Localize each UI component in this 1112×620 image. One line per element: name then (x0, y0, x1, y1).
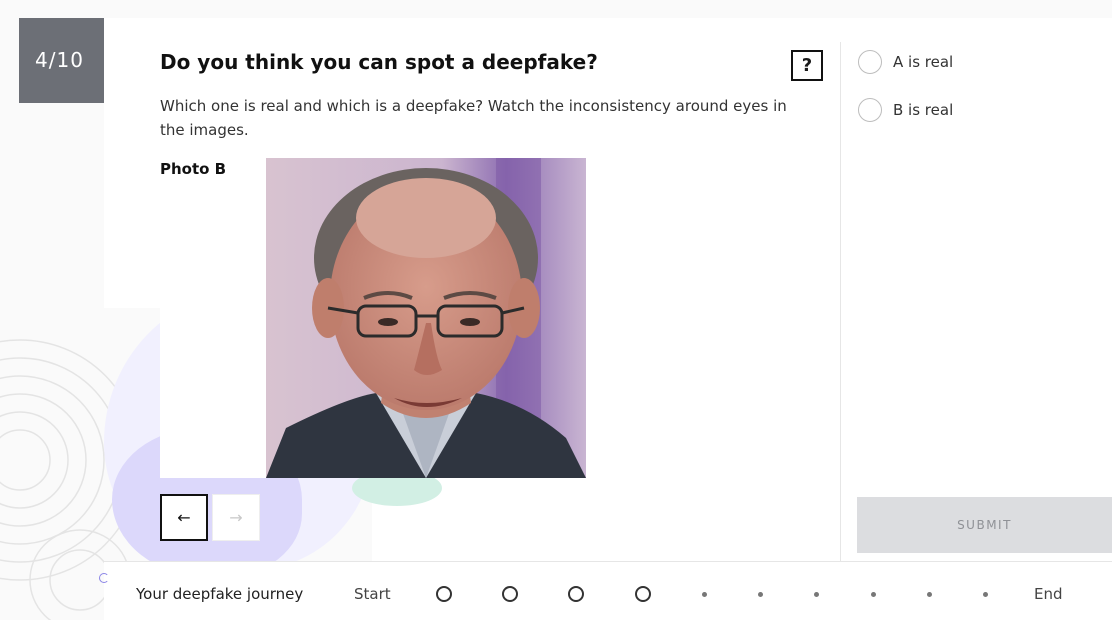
submit-button[interactable]: SUBMIT (857, 497, 1112, 553)
option-a-label: A is real (893, 53, 954, 71)
card-background-left (104, 18, 160, 308)
journey-step-completed (502, 586, 518, 602)
previous-photo-button[interactable]: ← (160, 494, 208, 541)
journey-title: Your deepfake journey (136, 585, 304, 603)
journey-end-label: End (1034, 585, 1063, 603)
photo-label: Photo B (160, 160, 227, 178)
journey-step-completed (635, 586, 651, 602)
journey-step-pending (814, 592, 819, 597)
question-title: Do you think you can spot a deepfake? (160, 50, 598, 74)
next-photo-button[interactable]: → (212, 494, 260, 541)
radio-a[interactable] (858, 50, 882, 74)
journey-start-label: Start (354, 585, 391, 603)
journey-step-pending (702, 592, 707, 597)
journey-step-pending (983, 592, 988, 597)
option-b-is-real[interactable]: B is real (858, 98, 953, 122)
journey-step-completed (436, 586, 452, 602)
arrow-right-icon: → (229, 508, 243, 527)
face-photo (266, 158, 586, 478)
journey-step-completed (568, 586, 584, 602)
radio-b[interactable] (858, 98, 882, 122)
panel-divider (840, 42, 841, 562)
journey-step-pending (758, 592, 763, 597)
journey-step-pending (871, 592, 876, 597)
question-counter: 4/10 (19, 18, 104, 103)
decorative-ring-icon (99, 573, 109, 583)
journey-step-pending (927, 592, 932, 597)
photo-frame (160, 158, 266, 478)
journey-divider (104, 561, 1112, 562)
option-b-label: B is real (893, 101, 954, 119)
option-a-is-real[interactable]: A is real (858, 50, 953, 74)
arrow-left-icon: ← (177, 508, 191, 527)
help-button[interactable]: ? (791, 50, 823, 81)
question-description: Which one is real and which is a deepfak… (160, 97, 787, 139)
